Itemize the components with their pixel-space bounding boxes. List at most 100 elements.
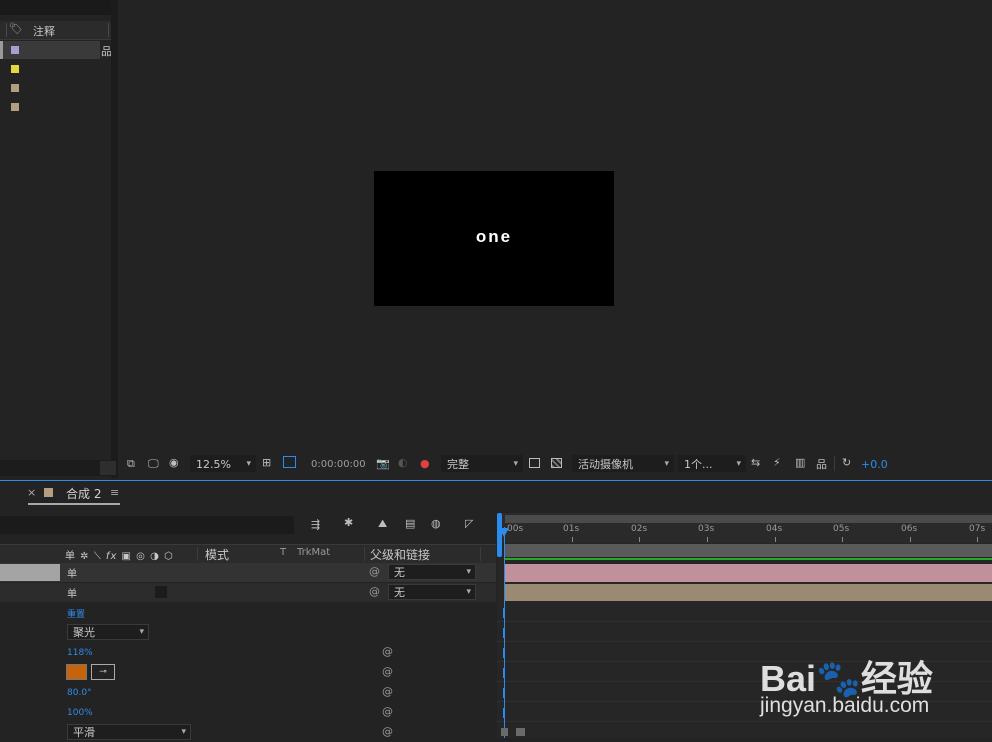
pickwhip-icon[interactable]: @ xyxy=(382,645,393,658)
layer-duration-bar[interactable] xyxy=(505,584,992,601)
pickwhip-icon[interactable]: @ xyxy=(369,565,380,578)
label-color-swatch[interactable] xyxy=(11,46,19,54)
fast-preview-icon[interactable]: ⚡ xyxy=(773,456,781,469)
project-scrollbar[interactable] xyxy=(111,0,118,478)
close-icon[interactable]: × xyxy=(27,486,36,499)
pickwhip-icon[interactable]: @ xyxy=(382,685,393,698)
note-column-label[interactable]: 注释 xyxy=(33,23,55,39)
label-color-swatch[interactable] xyxy=(11,103,19,111)
frame-blending-icon[interactable]: ▤ xyxy=(405,517,415,530)
composition-frame[interactable]: one xyxy=(374,171,614,306)
pickwhip-icon[interactable]: @ xyxy=(382,665,393,678)
monitor-icon[interactable]: 🖵 xyxy=(148,457,159,471)
cone-angle-value[interactable]: 80.0° xyxy=(67,688,92,698)
views-select[interactable]: 1个... ▾ xyxy=(678,455,746,472)
mode-column-label[interactable]: 模式 xyxy=(205,546,229,563)
tab-comp2[interactable]: 合成 2 xyxy=(66,485,101,502)
show-snapshot-icon[interactable]: ◐ xyxy=(398,456,408,469)
chevron-down-icon: ▾ xyxy=(466,587,471,597)
property-row: 100% @ xyxy=(0,703,496,722)
project-item-row[interactable] xyxy=(0,60,100,78)
project-bottom-button[interactable] xyxy=(100,461,116,475)
column-divider[interactable] xyxy=(197,547,198,561)
ruler-label: 04s xyxy=(766,524,783,534)
switches-icons[interactable]: 单 ✲ ⟍ fx ▣ ◎ ◑ ⬡ xyxy=(65,547,174,562)
cone-feather-value[interactable]: 100% xyxy=(67,708,93,718)
ruler-tick xyxy=(572,537,573,542)
layer-column-header: 单 ✲ ⟍ fx ▣ ◎ ◑ ⬡ 模式 T TrkMat 父级和链接 xyxy=(0,544,496,564)
current-time-display[interactable]: 0:00:00:00 xyxy=(311,459,366,470)
comp-flowchart-icon[interactable]: 品 xyxy=(816,456,827,472)
comp-work-area[interactable] xyxy=(505,544,992,557)
graph-editor-icon[interactable]: ◸ xyxy=(465,517,473,530)
toolbar-separator xyxy=(834,456,835,471)
eyedropper-icon[interactable]: ⊸ xyxy=(91,664,115,680)
project-search-bar[interactable] xyxy=(0,0,111,15)
shy-switch[interactable]: 单 xyxy=(67,565,77,580)
layer-name-field[interactable] xyxy=(0,564,60,581)
intensity-value[interactable]: 118% xyxy=(67,648,93,658)
grid-guide-icon[interactable]: ⊞ xyxy=(262,456,271,469)
zoom-out-handle[interactable] xyxy=(501,728,508,736)
toggle-pixel-aspect-icon[interactable]: ⇆ xyxy=(751,456,760,469)
always-preview-icon[interactable]: ⧉ xyxy=(127,457,135,471)
current-time-indicator[interactable] xyxy=(504,527,505,738)
reset-link[interactable]: 重置 xyxy=(67,607,85,620)
shy-layers-icon[interactable]: ⛰ xyxy=(378,517,387,531)
channel-icon[interactable]: ● xyxy=(420,457,430,470)
light-type-select[interactable]: 聚光 ▾ xyxy=(67,624,149,640)
label-color-swatch[interactable] xyxy=(11,84,19,92)
label-color-swatch[interactable] xyxy=(11,65,19,73)
timeline-icon[interactable]: ▥ xyxy=(795,456,805,469)
resolution-select[interactable]: 完整 ▾ xyxy=(441,455,523,472)
mask-path-visibility-icon[interactable] xyxy=(283,456,296,468)
zoom-select[interactable]: 12.5% ▾ xyxy=(190,455,256,472)
comp-mini-flowchart-icon[interactable]: ⇶ xyxy=(311,518,320,531)
pickwhip-icon[interactable]: @ xyxy=(382,705,393,718)
current-time-indicator-head[interactable] xyxy=(499,528,509,537)
column-divider[interactable] xyxy=(364,547,365,561)
pickwhip-icon[interactable]: @ xyxy=(382,725,393,738)
timeline-search-input[interactable] xyxy=(0,516,294,534)
ruler-tick xyxy=(842,537,843,542)
project-item-row[interactable] xyxy=(0,79,100,97)
layer-duration-bar[interactable] xyxy=(505,564,992,582)
parent-value: 无 xyxy=(394,566,405,579)
parent-select[interactable]: 无 ▾ xyxy=(388,564,476,580)
draft-3d-icon[interactable]: ✱ xyxy=(344,516,353,529)
parent-select[interactable]: 无 ▾ xyxy=(388,584,476,600)
active-tab-indicator xyxy=(28,503,120,505)
parent-column-label[interactable]: 父级和链接 xyxy=(370,546,430,563)
camera-select[interactable]: 活动摄像机 ▾ xyxy=(572,455,674,472)
chevron-down-icon: ▾ xyxy=(664,459,669,469)
light-color-swatch[interactable] xyxy=(66,664,87,680)
shy-switch[interactable]: 单 xyxy=(67,585,77,600)
project-item-row[interactable] xyxy=(0,41,100,59)
reset-exposure-icon[interactable]: ↻ xyxy=(842,456,851,469)
column-divider[interactable] xyxy=(6,23,7,37)
exposure-value[interactable]: +0.0 xyxy=(861,458,888,471)
label-tag-icon[interactable]: 🏷 xyxy=(9,22,23,35)
camera-snapshot-icon[interactable]: 📷 xyxy=(376,457,390,470)
ruler-label: 05s xyxy=(833,524,850,534)
work-area-bar[interactable] xyxy=(505,515,992,523)
ruler-tick xyxy=(910,537,911,542)
mask-icon[interactable]: ◉ xyxy=(169,456,179,469)
layer-row[interactable]: 单 @ 无 ▾ xyxy=(0,583,496,602)
ruler-label: 01s xyxy=(563,524,580,534)
zoom-slider-handle[interactable] xyxy=(516,728,525,736)
project-item-row[interactable] xyxy=(0,98,100,116)
column-divider[interactable] xyxy=(480,547,481,561)
pickwhip-icon[interactable]: @ xyxy=(369,585,380,598)
motion-blur-icon[interactable]: ◍ xyxy=(431,517,441,530)
watermark-url: jingyan.baidu.com xyxy=(760,694,930,717)
transparency-grid-icon[interactable] xyxy=(551,458,562,468)
t-column-label[interactable]: T xyxy=(280,547,286,558)
adjustment-switch[interactable] xyxy=(155,586,167,598)
panel-menu-icon[interactable]: ≡ xyxy=(110,486,119,499)
layer-row[interactable]: 单 @ 无 ▾ xyxy=(0,563,496,582)
region-of-interest-icon[interactable] xyxy=(529,458,540,468)
property-row: ⊸ @ xyxy=(0,663,496,682)
trkmat-column-label[interactable]: TrkMat xyxy=(297,547,330,558)
column-divider[interactable] xyxy=(108,23,109,37)
